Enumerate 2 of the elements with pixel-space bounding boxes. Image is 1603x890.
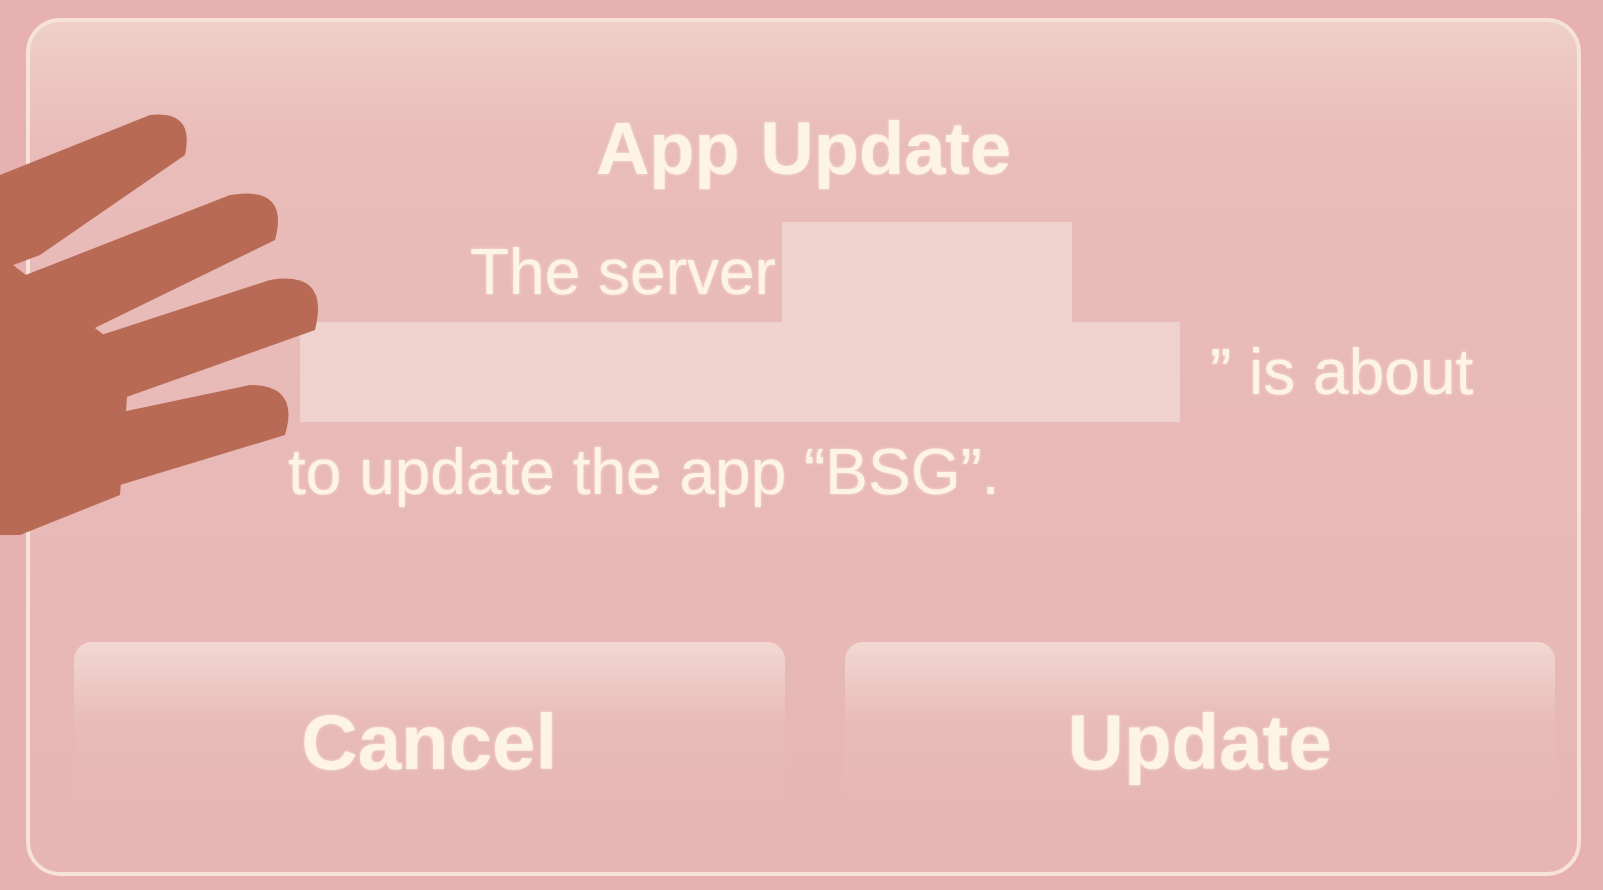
message-text: ” is about [1210,340,1474,404]
message-text: The server [470,240,776,304]
